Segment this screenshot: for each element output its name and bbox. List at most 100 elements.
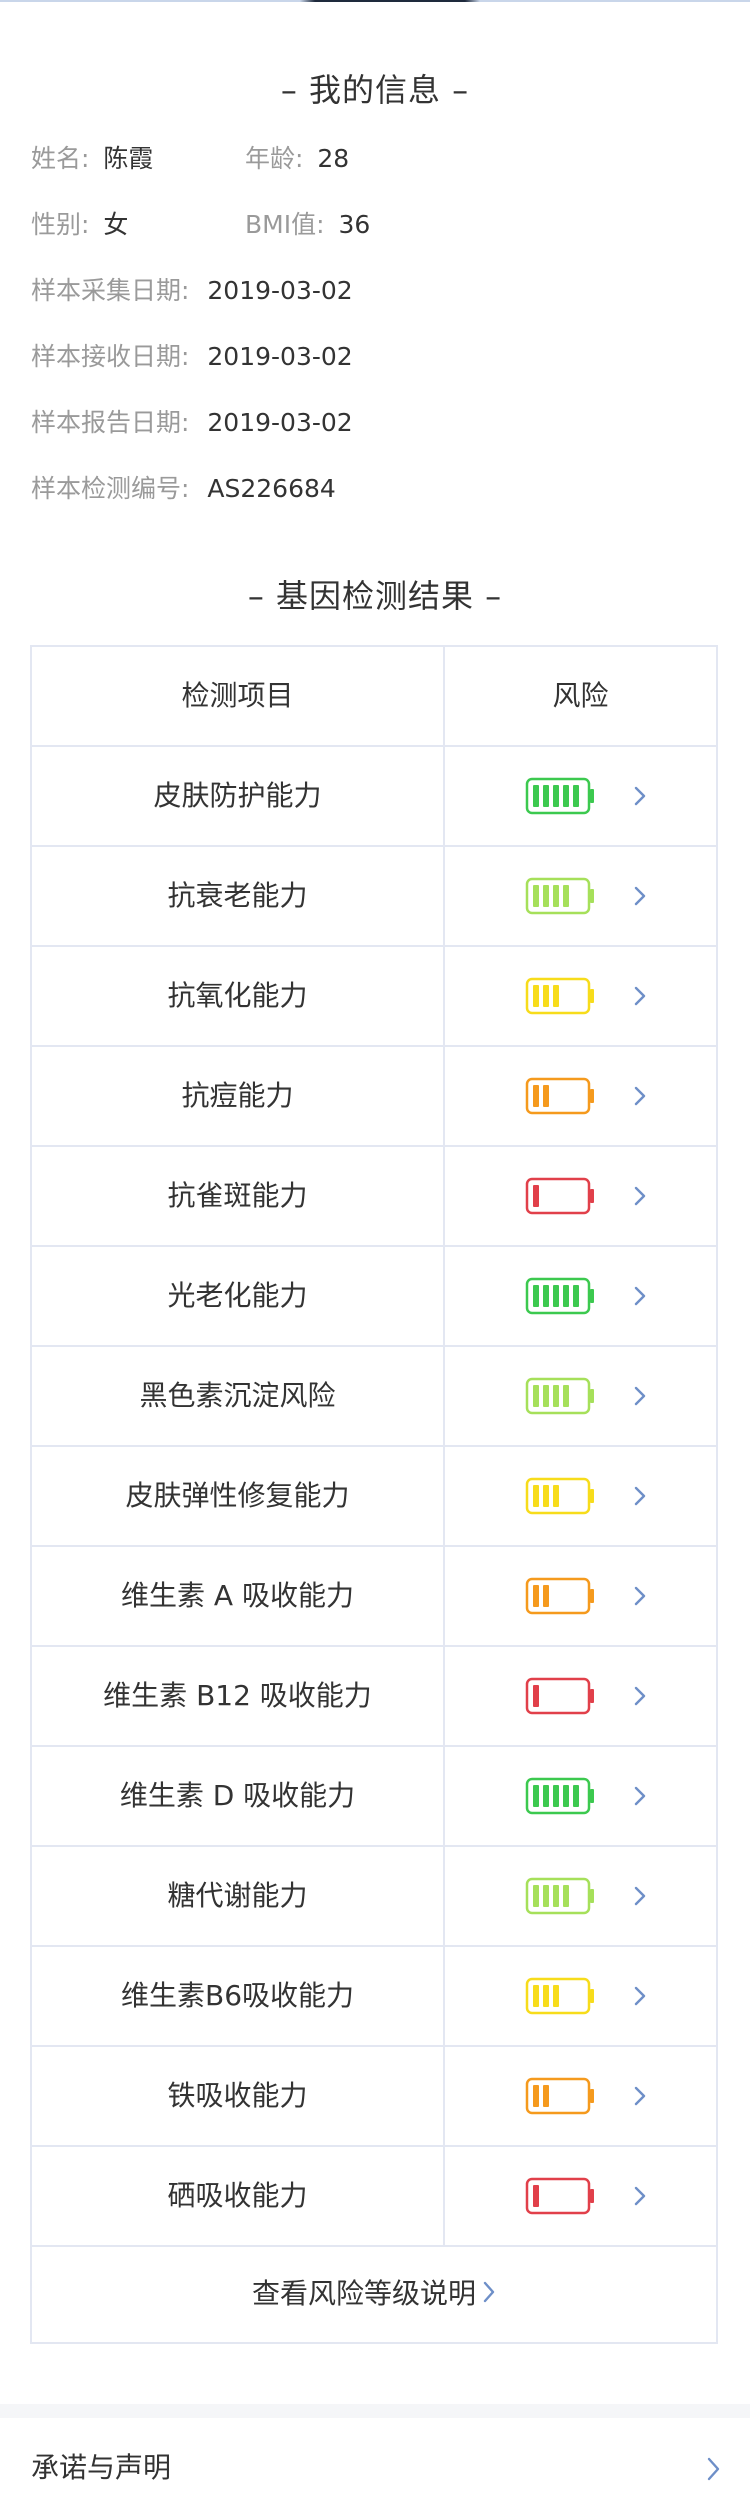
item-name: 维生素 D 吸收能力 (119, 1779, 356, 1812)
battery-level-segment (533, 1885, 539, 1907)
sample-code-value: AS226684 (207, 474, 336, 503)
table-row[interactable]: 维生素 D 吸收能力 (32, 1747, 716, 1847)
chevron-right-icon (629, 1677, 651, 1715)
table-row[interactable]: 维生素 B12 吸收能力 (32, 1647, 716, 1747)
risk-cell (445, 747, 716, 845)
sample-code-label: 样本检测编号: (31, 474, 190, 503)
sample-code-field: 样本检测编号: AS226684 (31, 469, 336, 509)
table-row[interactable]: 抗氧化能力 (32, 947, 716, 1047)
item-name: 糖代谢能力 (167, 1879, 308, 1912)
item-name: 抗痘能力 (181, 1079, 294, 1112)
battery-icon (525, 1777, 597, 1815)
name-label: 姓名: (31, 144, 90, 173)
battery-level-segment (533, 2085, 539, 2107)
table-row[interactable]: 皮肤弹性修复能力 (32, 1447, 716, 1547)
risk-level-explanation-link[interactable]: 查看风险等级说明 (32, 2245, 716, 2342)
receive-date-value: 2019-03-02 (207, 342, 353, 371)
chevron-right-icon (629, 2177, 651, 2215)
battery-level-segment (573, 1285, 579, 1307)
battery-level-segment (533, 2185, 539, 2207)
battery-level-segment (543, 1385, 549, 1407)
battery-level-segment (553, 1885, 559, 1907)
battery-level-segment (553, 785, 559, 807)
risk-cell (445, 1947, 716, 2045)
chevron-right-icon (629, 977, 651, 1015)
chevron-right-icon (629, 1277, 651, 1315)
battery-level-segment (553, 1285, 559, 1307)
table-row[interactable]: 抗衰老能力 (32, 847, 716, 947)
battery-level-segment (563, 785, 569, 807)
battery-icon (525, 977, 597, 1015)
name-field: 姓名: 陈霞 (31, 139, 153, 179)
report-date-value: 2019-03-02 (207, 408, 353, 437)
risk-level-explanation-label: 查看风险等级说明 (251, 2277, 476, 2310)
item-name: 维生素 A 吸收能力 (121, 1579, 354, 1612)
table-row[interactable]: 抗痘能力 (32, 1047, 716, 1147)
collect-date-value: 2019-03-02 (207, 276, 353, 305)
battery-level-segment (553, 1985, 559, 2007)
table-row[interactable]: 黑色素沉淀风险 (32, 1347, 716, 1447)
battery-icon (525, 1677, 597, 1715)
item-name: 抗氧化能力 (167, 979, 308, 1012)
battery-level-segment (533, 1585, 539, 1607)
chevron-right-icon (629, 1477, 651, 1515)
battery-level-segment (543, 1585, 549, 1607)
battery-level-segment (533, 1785, 539, 1807)
table-header-row: 检测项目 风险 (32, 647, 716, 747)
item-name: 光老化能力 (167, 1279, 308, 1312)
risk-cell (445, 2047, 716, 2145)
battery-icon (525, 2077, 597, 2115)
table-row[interactable]: 抗雀斑能力 (32, 1147, 716, 1247)
table-row[interactable]: 硒吸收能力 (32, 2147, 716, 2247)
risk-cell (445, 1247, 716, 1345)
chevron-right-icon (629, 1877, 651, 1915)
battery-level-segment (563, 1385, 569, 1407)
battery-level-segment (543, 985, 549, 1007)
gender-label: 性别: (31, 210, 90, 239)
promise-statement-row[interactable]: 承诺与声明 (0, 2418, 750, 2518)
risk-cell (445, 1547, 716, 1645)
battery-level-segment (533, 1285, 539, 1307)
table-row[interactable]: 铁吸收能力 (32, 2047, 716, 2147)
risk-cell (445, 1047, 716, 1145)
risk-cell (445, 947, 716, 1045)
risk-cell (445, 1447, 716, 1545)
battery-level-segment (563, 885, 569, 907)
battery-level-segment (553, 885, 559, 907)
gender-value: 女 (103, 210, 129, 239)
battery-level-segment (543, 785, 549, 807)
name-value: 陈霞 (103, 144, 154, 173)
battery-level-segment (533, 885, 539, 907)
battery-level-segment (573, 1785, 579, 1807)
table-row[interactable]: 糖代谢能力 (32, 1847, 716, 1947)
risk-cell (445, 1847, 716, 1945)
chevron-right-icon (629, 2077, 651, 2115)
battery-icon (525, 2177, 597, 2215)
risk-cell (445, 1347, 716, 1445)
chevron-right-icon (629, 1377, 651, 1415)
table-row[interactable]: 维生素 A 吸收能力 (32, 1547, 716, 1647)
item-name: 铁吸收能力 (167, 2079, 308, 2112)
risk-cell (445, 1147, 716, 1245)
chevron-right-icon (629, 1177, 651, 1215)
column-header-risk: 风险 (552, 679, 609, 712)
battery-level-segment (543, 2085, 549, 2107)
chevron-right-icon (629, 777, 651, 815)
item-name: 维生素 B12 吸收能力 (103, 1679, 372, 1712)
receive-date-label: 样本接收日期: (31, 342, 190, 371)
chevron-right-icon (629, 1077, 651, 1115)
table-row[interactable]: 维生素B6吸收能力 (32, 1947, 716, 2047)
age-field: 年龄: 28 (245, 139, 349, 179)
item-name: 皮肤弹性修复能力 (125, 1479, 350, 1512)
bmi-field: BMI值: 36 (245, 205, 370, 245)
battery-level-segment (543, 1485, 549, 1507)
battery-level-segment (543, 1285, 549, 1307)
bmi-label: BMI值: (245, 210, 325, 239)
table-row[interactable]: 皮肤防护能力 (32, 747, 716, 847)
table-row[interactable]: 光老化能力 (32, 1247, 716, 1347)
battery-icon (525, 1877, 597, 1915)
age-label: 年龄: (245, 144, 304, 173)
report-date-label: 样本报告日期: (31, 408, 190, 437)
collect-date-label: 样本采集日期: (31, 276, 190, 305)
bmi-value: 36 (338, 210, 371, 239)
